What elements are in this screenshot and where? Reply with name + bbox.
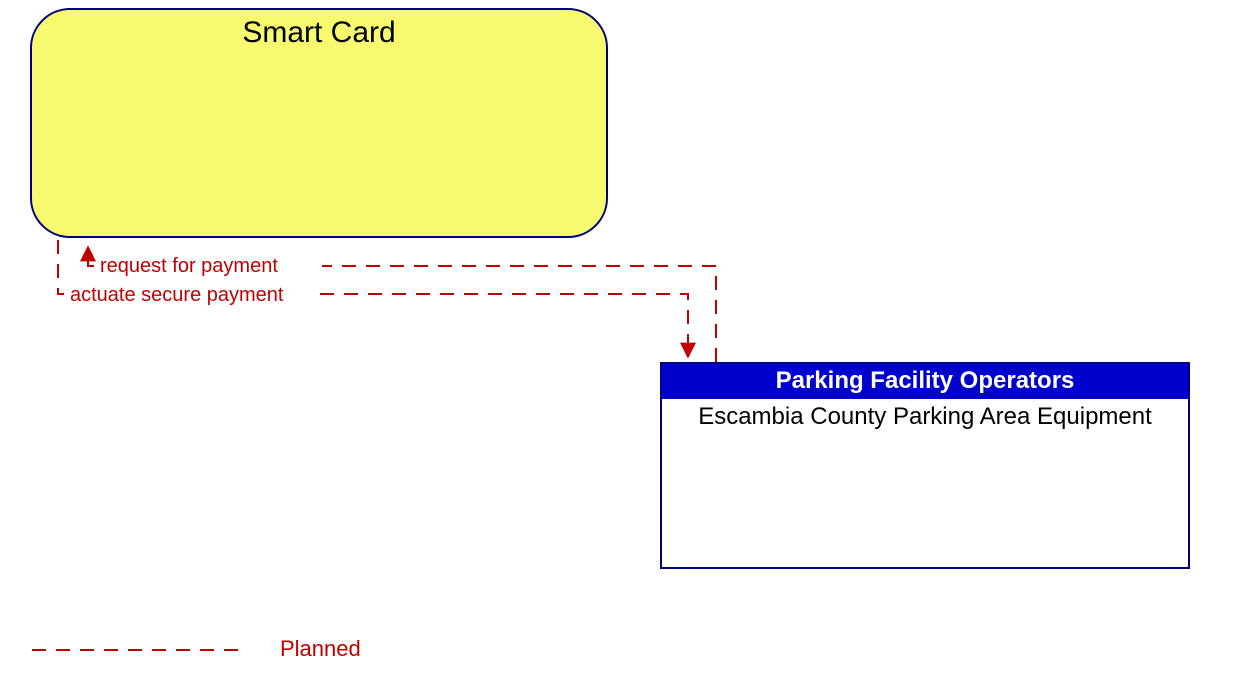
flow-line-request-for-payment-2 bbox=[88, 248, 94, 266]
node-parking-header: Parking Facility Operators bbox=[662, 364, 1188, 399]
node-parking-body: Escambia County Parking Area Equipment bbox=[662, 399, 1188, 435]
node-smart-card-title: Smart Card bbox=[32, 16, 606, 50]
flow-label-actuate-secure-payment: actuate secure payment bbox=[70, 284, 283, 307]
flow-line-request-for-payment bbox=[322, 266, 716, 362]
diagram-canvas: Smart Card Parking Facility Operators Es… bbox=[0, 0, 1252, 688]
node-smart-card: Smart Card bbox=[30, 8, 608, 238]
flow-line-actuate-secure-payment bbox=[58, 240, 64, 294]
flow-line-actuate-secure-payment-2 bbox=[320, 294, 688, 356]
node-parking: Parking Facility Operators Escambia Coun… bbox=[660, 362, 1190, 569]
legend-planned-label: Planned bbox=[280, 636, 361, 662]
flow-label-request-for-payment: request for payment bbox=[100, 255, 278, 278]
